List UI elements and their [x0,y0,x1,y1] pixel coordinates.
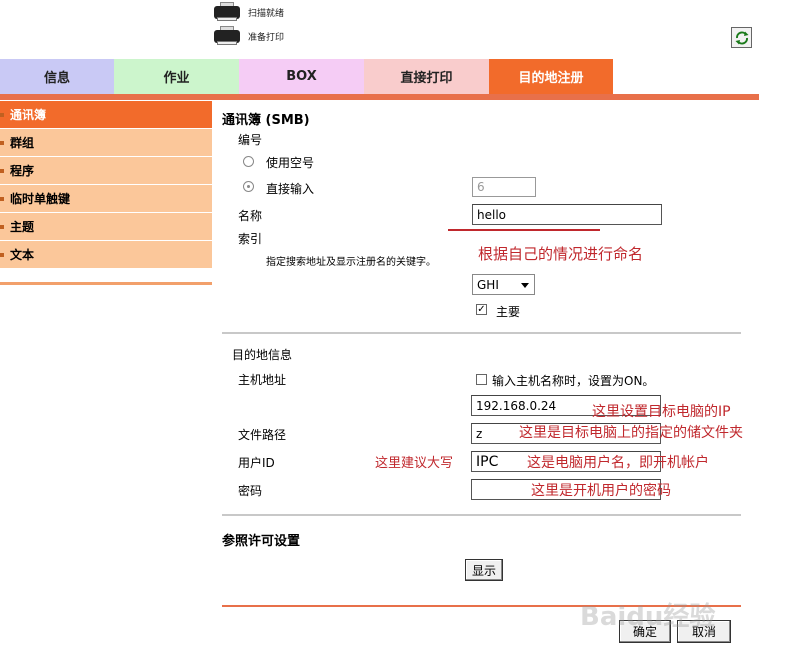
tab-jobs[interactable]: 作业 [114,59,239,94]
sidebar-item-address-book[interactable]: 通讯簿 [0,101,212,129]
sidebar-item-group[interactable]: 群组 [0,129,212,157]
dest-info-label: 目的地信息 [232,348,293,362]
name-label: 名称 [238,209,263,223]
sidebar-item-temp-one-touch[interactable]: 临时单触键 [0,185,212,213]
user-annotation: 这是电脑用户名，即开机帐户 [527,455,709,471]
scanner-icon [212,2,242,22]
sidebar: 通讯簿 群组 程序 临时单触键 主题 文本 [0,101,212,269]
sidebar-divider [0,282,212,285]
caps-annotation: 这里建议大写 [375,456,454,471]
name-field[interactable]: hello [472,204,662,225]
print-status: 准备打印 [212,26,284,46]
tab-box[interactable]: BOX [239,59,364,94]
tab-destination-register[interactable]: 目的地注册 [489,59,613,94]
number-field[interactable]: 6 [472,177,536,197]
host-name-checkbox[interactable] [476,374,487,385]
path-annotation: 这里是目标电脑上的指定的储文件夹 [519,425,743,441]
use-empty-label: 使用空号 [266,156,315,170]
main-checkbox[interactable]: ✓ [476,304,487,315]
refresh-button[interactable] [731,27,752,48]
printer-icon [212,26,242,46]
tab-info[interactable]: 信息 [0,59,114,94]
scan-status: 扫描就绪 [212,2,284,22]
page-title: 通讯簿 (SMB) [222,113,310,128]
divider-1 [222,332,741,334]
permission-title: 参照许可设置 [222,534,301,549]
chevron-down-icon [521,283,529,288]
tab-underline [0,94,759,100]
divider-2 [222,514,741,516]
name-annotation: 根据自己的情况进行命名 [478,245,644,263]
path-label: 文件路径 [238,428,287,442]
sidebar-item-program[interactable]: 程序 [0,157,212,185]
direct-input-label: 直接输入 [266,182,315,196]
watermark: Baidu经验 [580,602,716,632]
user-id-label: 用户ID [238,456,275,470]
host-name-check-label: 输入主机名称时，设置为ON。 [492,374,655,388]
tab-direct-print[interactable]: 直接打印 [364,59,489,94]
print-status-label: 准备打印 [248,32,285,43]
host-label: 主机地址 [238,373,287,387]
number-label: 编号 [238,133,263,147]
scan-status-label: 扫描就绪 [248,8,285,19]
ip-annotation: 这里设置目标电脑的IP [592,404,731,420]
use-empty-radio[interactable] [243,156,254,167]
index-select[interactable]: GHI [472,274,535,295]
show-button[interactable]: 显示 [465,559,503,581]
refresh-icon [735,30,748,45]
main-tabs: 信息 作业 BOX 直接打印 目的地注册 [0,59,613,94]
main-label: 主要 [496,305,521,319]
index-description: 指定搜索地址及显示注册名的关键字。 [266,257,436,268]
name-underline-annotation [448,229,600,231]
sidebar-item-text[interactable]: 文本 [0,241,212,269]
index-label: 索引 [238,232,263,246]
password-label: 密码 [238,484,263,498]
sidebar-item-subject[interactable]: 主题 [0,213,212,241]
direct-input-radio[interactable] [243,181,254,192]
password-annotation: 这里是开机用户的密码 [531,483,671,499]
